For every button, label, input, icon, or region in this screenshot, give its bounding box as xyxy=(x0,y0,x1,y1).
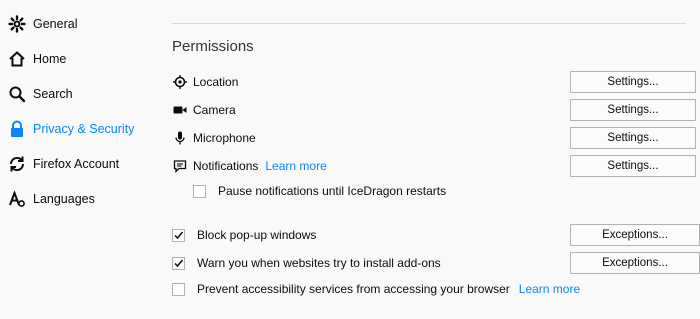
checkmark-icon xyxy=(174,231,184,239)
sidebar-item-general[interactable]: General xyxy=(8,9,158,39)
camera-settings-button[interactable]: Settings... xyxy=(570,99,696,121)
permission-label: Notifications xyxy=(193,159,259,173)
prevent-accessibility-checkbox[interactable] xyxy=(172,282,185,296)
home-icon xyxy=(8,50,26,68)
checkbox-label: Warn you when websites try to install ad… xyxy=(197,256,441,270)
microphone-icon xyxy=(172,130,188,146)
sidebar-item-privacy-security[interactable]: Privacy & Security xyxy=(8,114,158,144)
notification-icon xyxy=(172,158,188,174)
checkbox-label: Pause notifications until IceDragon rest… xyxy=(218,184,447,198)
permission-label: Camera xyxy=(193,103,236,117)
sidebar: General Home Search Privacy & Security F… xyxy=(0,0,160,319)
sidebar-item-label: Privacy & Security xyxy=(33,122,135,136)
accessibility-learn-more-link[interactable]: Learn more xyxy=(519,282,580,296)
languages-icon xyxy=(8,190,26,208)
lock-icon xyxy=(8,120,26,138)
sync-icon xyxy=(8,155,26,173)
permission-label: Microphone xyxy=(193,131,256,145)
pause-notifications-row: Pause notifications until IceDragon rest… xyxy=(193,181,446,201)
permission-label: Location xyxy=(193,75,239,89)
sidebar-item-languages[interactable]: Languages xyxy=(8,184,158,214)
gear-icon xyxy=(8,15,26,33)
location-settings-button[interactable]: Settings... xyxy=(570,71,696,93)
section-title: Permissions xyxy=(172,38,254,55)
location-icon xyxy=(172,74,188,90)
block-popups-checkbox[interactable] xyxy=(172,228,185,242)
warn-addons-exceptions-button[interactable]: Exceptions... xyxy=(570,252,700,274)
sidebar-item-label: Languages xyxy=(33,192,95,206)
warn-addons-checkbox[interactable] xyxy=(172,256,185,270)
divider xyxy=(172,23,686,24)
sidebar-item-label: General xyxy=(33,17,78,31)
block-popups-exceptions-button[interactable]: Exceptions... xyxy=(570,224,700,246)
checkbox-label: Block pop-up windows xyxy=(197,228,317,242)
block-popups-row: Block pop-up windows xyxy=(172,225,316,245)
search-icon xyxy=(8,85,26,103)
notifications-learn-more-link[interactable]: Learn more xyxy=(265,159,326,173)
prevent-accessibility-row: Prevent accessibility services from acce… xyxy=(172,279,580,299)
warn-addons-row: Warn you when websites try to install ad… xyxy=(172,253,441,273)
checkbox-label: Prevent accessibility services from acce… xyxy=(197,282,510,296)
microphone-settings-button[interactable]: Settings... xyxy=(570,127,696,149)
main-content: Permissions Location Settings... Camera … xyxy=(172,0,700,319)
sidebar-item-label: Home xyxy=(33,52,67,66)
pause-notifications-checkbox[interactable] xyxy=(193,184,206,198)
checkmark-icon xyxy=(174,259,184,267)
sidebar-item-label: Search xyxy=(33,87,73,101)
notifications-settings-button[interactable]: Settings... xyxy=(570,155,696,177)
sidebar-item-firefox-account[interactable]: Firefox Account xyxy=(8,149,158,179)
camera-icon xyxy=(172,102,188,118)
sidebar-item-search[interactable]: Search xyxy=(8,79,158,109)
sidebar-item-home[interactable]: Home xyxy=(8,44,158,74)
sidebar-item-label: Firefox Account xyxy=(33,157,120,171)
